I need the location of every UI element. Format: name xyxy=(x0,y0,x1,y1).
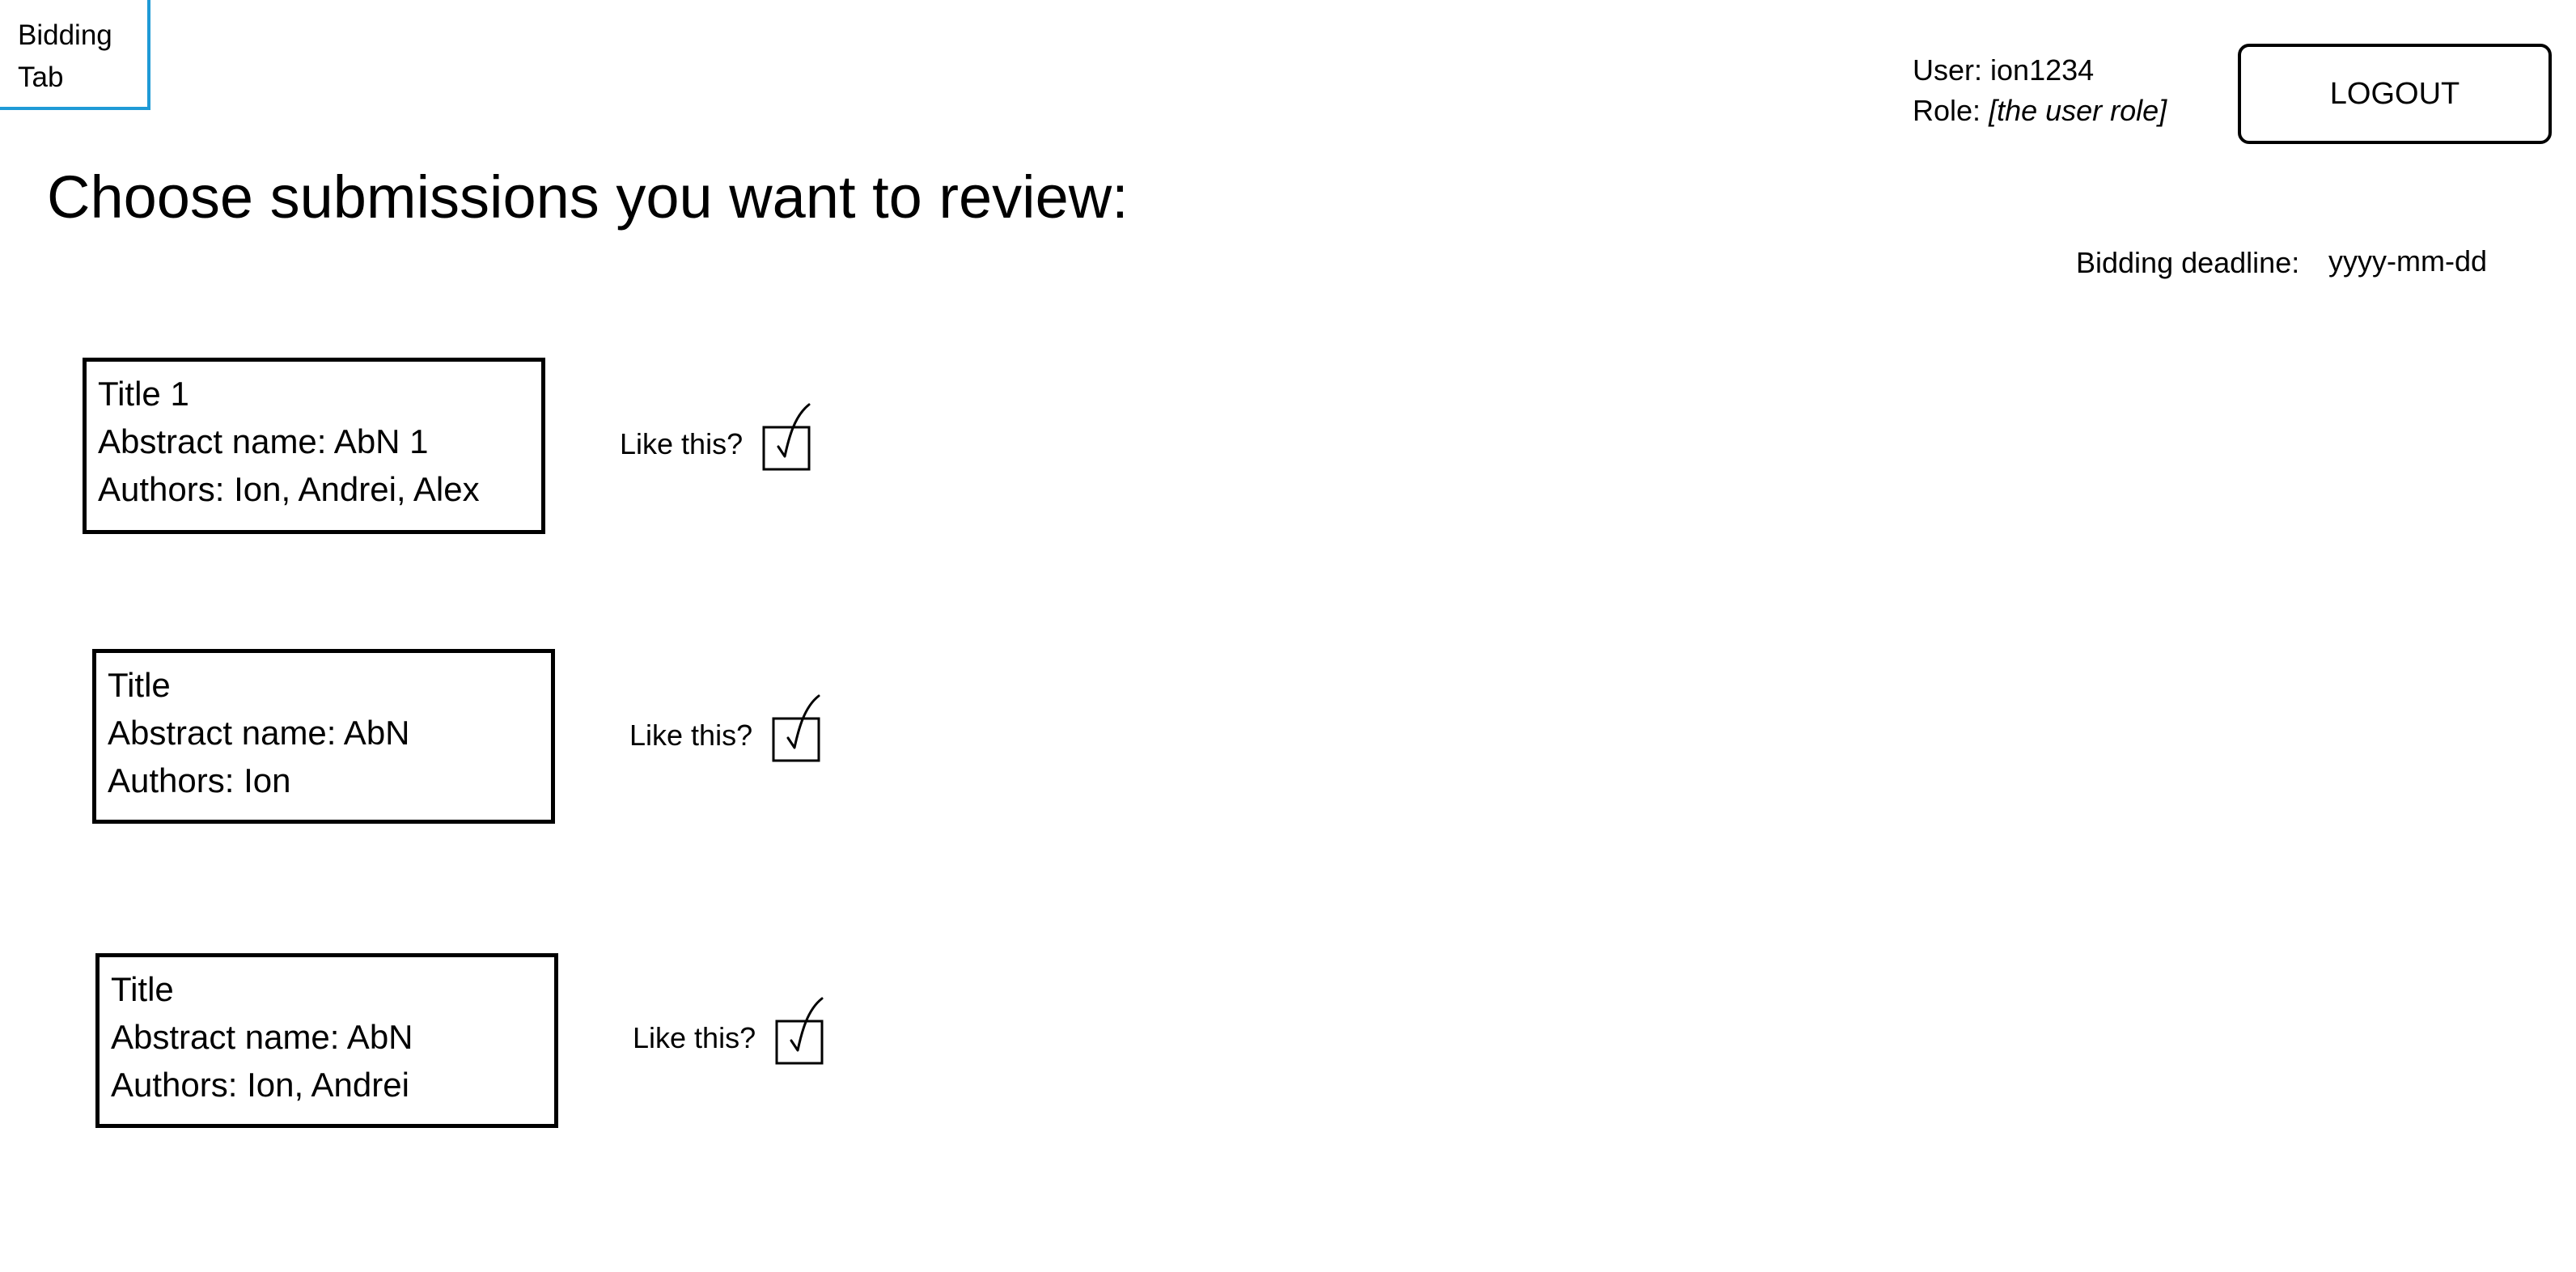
submission-abstract: Abstract name: AbN xyxy=(108,714,410,752)
user-name: ion1234 xyxy=(1990,53,2095,87)
like-label: Like this? xyxy=(633,1021,756,1054)
checkmark-icon xyxy=(762,403,811,471)
role-line: Role: [the user role] xyxy=(1913,91,2167,131)
bidding-deadline-value: yyyy-mm-dd xyxy=(2328,244,2487,278)
bidding-tab-label: Bidding Tab xyxy=(18,19,112,93)
like-checkbox[interactable] xyxy=(762,401,819,474)
user-line: User: ion1234 xyxy=(1913,50,2167,91)
bidding-tab[interactable]: Bidding Tab xyxy=(0,0,150,110)
role-label: Role: xyxy=(1913,94,1981,127)
submission-abstract: Abstract name: AbN 1 xyxy=(98,422,429,460)
checkmark-icon xyxy=(772,694,820,762)
like-label: Like this? xyxy=(620,427,744,460)
logout-button[interactable]: LOGOUT xyxy=(2238,44,2552,144)
user-label: User: xyxy=(1913,53,1983,87)
submission-authors: Authors: Ion xyxy=(108,761,291,799)
checkmark-icon xyxy=(775,997,824,1065)
submission-title: Title xyxy=(108,666,171,704)
submission-authors: Authors: Ion, Andrei xyxy=(111,1066,409,1104)
bidding-deadline-label: Bidding deadline: xyxy=(2076,246,2300,279)
like-checkbox[interactable] xyxy=(772,693,828,765)
submission-title: Title xyxy=(111,970,174,1008)
submission-title: Title 1 xyxy=(98,375,189,413)
user-info: User: ion1234 Role: [the user role] xyxy=(1913,50,2167,131)
submission-card: Title Abstract name: AbN Authors: Ion xyxy=(92,649,555,824)
submission-card: Title 1 Abstract name: AbN 1 Authors: Io… xyxy=(83,358,545,534)
page-title: Choose submissions you want to review: xyxy=(47,163,1129,231)
like-label: Like this? xyxy=(629,719,753,752)
like-checkbox[interactable] xyxy=(775,995,832,1068)
submission-authors: Authors: Ion, Andrei, Alex xyxy=(98,470,480,508)
submission-card: Title Abstract name: AbN Authors: Ion, A… xyxy=(95,953,558,1128)
submission-abstract: Abstract name: AbN xyxy=(111,1018,413,1056)
role-value: [the user role] xyxy=(1989,94,2167,127)
